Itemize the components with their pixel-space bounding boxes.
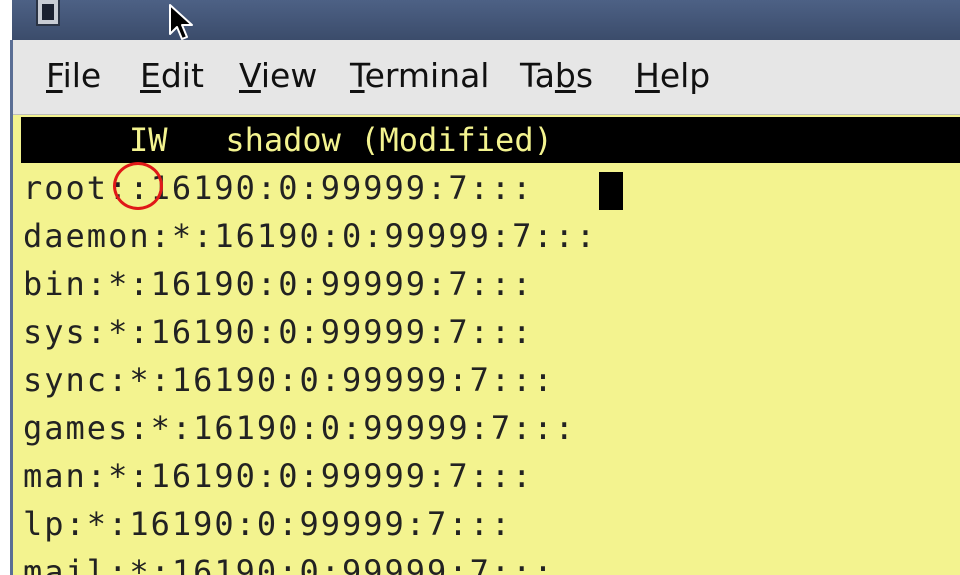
menu-file-label: ile — [62, 56, 102, 95]
menu-terminal-mnemonic: T — [350, 56, 365, 95]
mouse-pointer-icon — [169, 4, 193, 40]
shadow-line-sys: sys:*:16190:0:99999:7::: — [23, 313, 534, 351]
menu-tabs-mnemonic: b — [554, 56, 576, 95]
red-circle-highlight — [113, 162, 163, 210]
menu-tabs-label: s — [575, 56, 594, 95]
menu-help-mnemonic: H — [635, 56, 660, 95]
shadow-line-bin: bin:*:16190:0:99999:7::: — [23, 265, 534, 303]
shadow-line-sync: sync:*:16190:0:99999:7::: — [23, 361, 555, 399]
terminal-app-icon[interactable] — [36, 0, 60, 26]
menu-help-label: elp — [659, 56, 711, 95]
terminal-text-area[interactable]: IW shadow (Modified) root::16190:0:99999… — [13, 115, 960, 575]
editor-file-status: shadow (Modified) — [225, 121, 553, 159]
menu-view-mnemonic: V — [239, 56, 261, 95]
editor-status-text: IW shadow (Modified) — [129, 119, 553, 161]
shadow-line-daemon: daemon:*:16190:0:99999:7::: — [23, 217, 598, 255]
menu-tabs-prefix: Ta — [520, 56, 555, 95]
title-bar[interactable] — [12, 0, 960, 40]
shadow-line-mail: mail:*:16190:0:99999:7::: — [23, 553, 555, 575]
menu-file[interactable]: File — [46, 56, 101, 96]
menu-view[interactable]: View — [239, 56, 317, 96]
menu-terminal-label: erminal — [364, 56, 490, 95]
shadow-line-games: games:*:16190:0:99999:7::: — [23, 409, 576, 447]
text-cursor — [599, 172, 623, 210]
editor-status-line: IW shadow (Modified) — [21, 117, 960, 163]
shadow-line-man: man:*:16190:0:99999:7::: — [23, 457, 534, 495]
menu-edit-mnemonic: E — [140, 56, 161, 95]
menu-edit-label: dit — [160, 56, 204, 95]
shadow-line-root: root::16190:0:99999:7::: — [23, 169, 534, 207]
terminal-window: File Edit View Terminal Tabs Help IW sha… — [0, 0, 960, 575]
menu-tabs[interactable]: Tabs — [520, 56, 593, 96]
editor-mode: IW — [129, 121, 168, 159]
shadow-line-lp: lp:*:16190:0:99999:7::: — [23, 505, 513, 543]
menu-edit[interactable]: Edit — [140, 56, 204, 96]
menu-help[interactable]: Help — [635, 56, 710, 96]
menu-file-mnemonic: F — [46, 56, 63, 95]
menu-view-label: iew — [260, 56, 318, 95]
menu-bar: File Edit View Terminal Tabs Help — [13, 40, 960, 115]
menu-terminal[interactable]: Terminal — [350, 56, 489, 96]
